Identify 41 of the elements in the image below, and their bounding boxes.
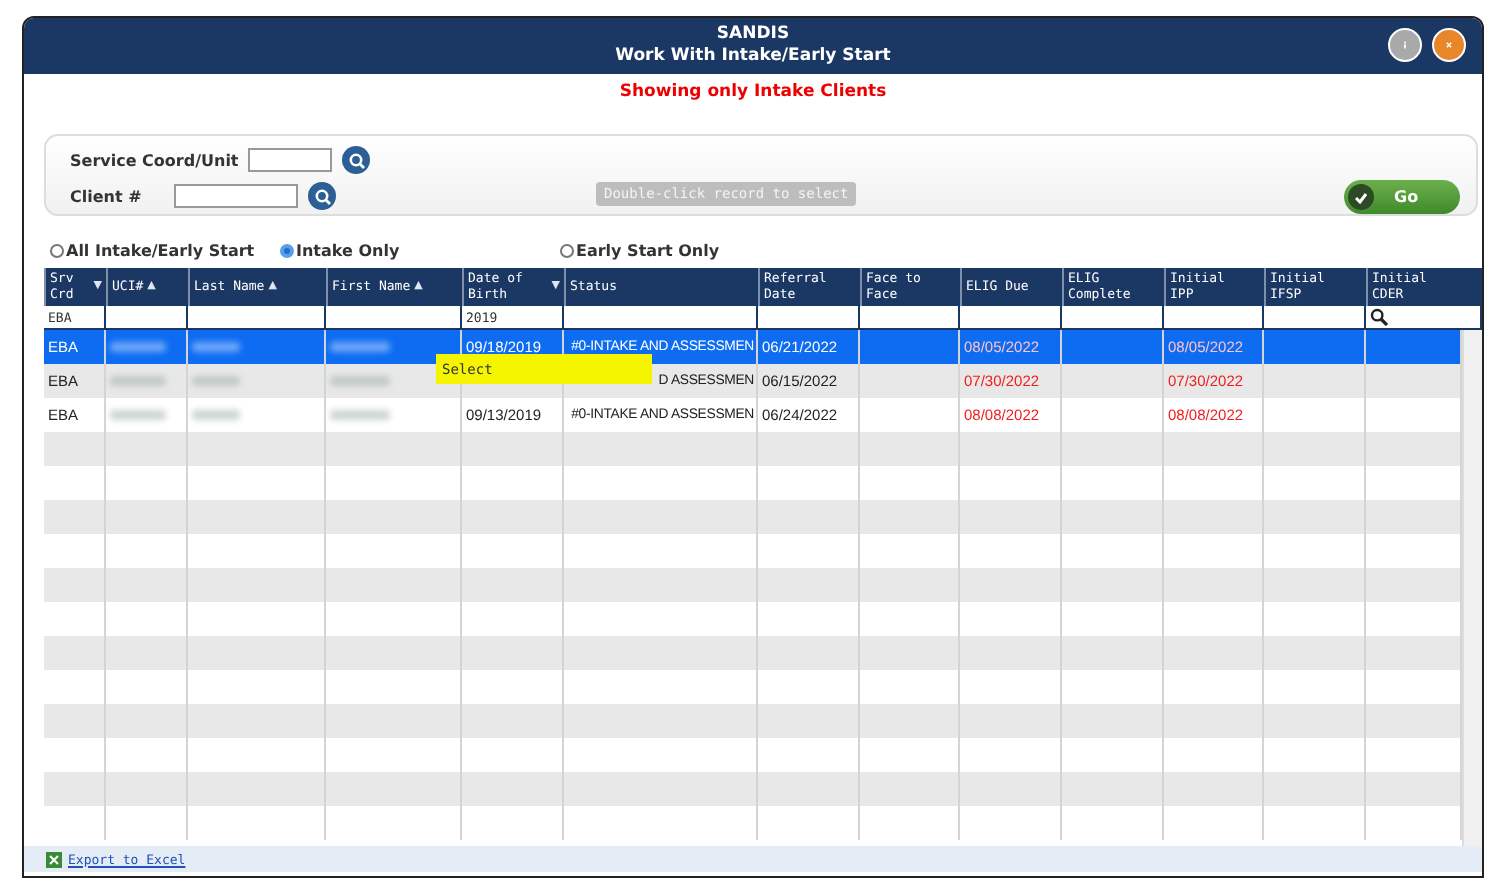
search-icon[interactable] [1370, 308, 1388, 326]
redacted-text [110, 342, 166, 352]
redacted-text [110, 410, 166, 420]
filter-field[interactable] [564, 306, 756, 328]
search-button[interactable] [342, 146, 371, 174]
redacted-text [110, 376, 166, 386]
filter-field[interactable] [188, 306, 324, 328]
filter-field[interactable] [1164, 306, 1262, 328]
search-icon [347, 151, 366, 169]
redacted-text [330, 410, 390, 420]
client-field[interactable] [174, 184, 298, 208]
filter-field[interactable] [1366, 306, 1480, 328]
filter-radio[interactable]: All Intake/Early Start [50, 241, 280, 259]
check-icon [1348, 184, 1374, 210]
close-button[interactable] [1432, 28, 1466, 62]
search-button[interactable] [308, 182, 336, 210]
redacted-text [330, 376, 390, 386]
filter-radio[interactable]: Early Start Only [560, 241, 760, 259]
redacted-text [192, 342, 240, 352]
window-subtitle: Work With Intake/Early Start [615, 46, 891, 68]
redacted-text [192, 376, 240, 386]
window-title: SANDIS [716, 24, 790, 46]
field-label: Client # [70, 187, 144, 205]
filter-field[interactable] [106, 306, 186, 328]
spreadsheet-icon [46, 851, 62, 867]
filter-field[interactable] [960, 306, 1060, 328]
redacted-text [192, 410, 240, 420]
notice-text: Showing only Intake Clients [617, 82, 889, 102]
filter-field[interactable] [860, 306, 958, 328]
filter-field[interactable] [1062, 306, 1162, 328]
filter-field[interactable] [758, 306, 858, 328]
service-coord-field[interactable] [248, 148, 333, 172]
filter-radio[interactable]: Intake Only [280, 241, 560, 259]
search-icon [313, 187, 331, 205]
scrollbar[interactable] [1462, 330, 1482, 846]
filter-field[interactable] [1264, 306, 1364, 328]
filter-field[interactable] [326, 306, 460, 328]
info-button[interactable] [1388, 28, 1422, 62]
redacted-text [330, 342, 390, 352]
close-icon [1446, 38, 1452, 52]
field-label: Service Coord/Unit [70, 151, 239, 169]
